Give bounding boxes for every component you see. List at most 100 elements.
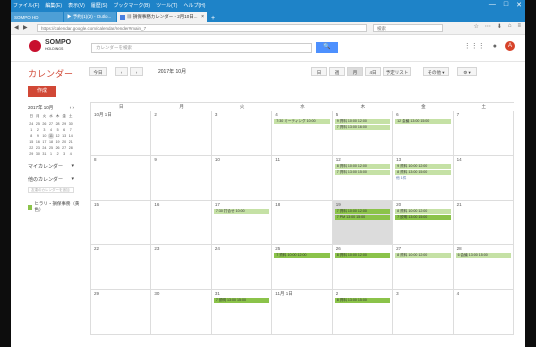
day-cell[interactable]: 6 12 会議 13:00 15:00 <box>393 111 454 156</box>
day-cell[interactable]: 22 <box>91 245 152 291</box>
day-cell[interactable]: 31 7 説明 13:00 15:00 <box>211 290 273 335</box>
day-cell[interactable]: 4 7:30 ミーティング 10:00 <box>272 111 333 156</box>
event-chip[interactable]: 8 資料 10:00 12:00 <box>334 253 391 259</box>
event-chip[interactable]: 7 資料 10:00 12:00 <box>274 253 330 259</box>
event-chip[interactable]: 7 説明 13:00 15:00 <box>395 214 451 220</box>
day-cell[interactable]: 18 <box>272 200 333 246</box>
day-cell[interactable]: 9 <box>151 155 212 201</box>
day-cell[interactable]: 4 <box>453 290 514 335</box>
more-button[interactable]: その他 ▾ <box>423 67 449 76</box>
day-cell[interactable]: 25 7 資料 10:00 12:00 <box>272 245 333 291</box>
day-number[interactable]: 25 <box>272 245 331 252</box>
tab-sompo[interactable]: SOMPO HD <box>11 12 63 22</box>
day-cell[interactable]: 14 <box>453 155 514 201</box>
day-cell[interactable]: 3 <box>211 111 273 156</box>
day-number[interactable]: 18 <box>272 201 331 208</box>
new-tab-button[interactable]: + <box>211 15 215 22</box>
close-button[interactable]: ✕ <box>516 1 522 9</box>
other-calendars-section[interactable]: 他のカレンダー ▾ <box>28 176 74 183</box>
more-events-link[interactable]: 他 1件 <box>393 176 452 181</box>
view-month-button[interactable]: 月 <box>347 67 363 76</box>
day-number[interactable]: 27 <box>393 245 452 252</box>
day-number[interactable]: 31 <box>212 290 271 297</box>
close-tab-icon[interactable]: × <box>201 14 204 20</box>
day-cell[interactable]: 2 <box>151 111 212 156</box>
day-number[interactable]: 12 <box>333 156 392 163</box>
apps-grid-icon[interactable]: ⋮⋮⋮ <box>464 42 485 50</box>
bookmark-star-icon[interactable]: ☆ <box>473 23 478 30</box>
day-number[interactable]: 4 <box>272 111 331 118</box>
day-cell[interactable]: 3 <box>393 290 454 335</box>
event-chip[interactable]: 7:30 ミーティング 10:00 <box>274 119 330 124</box>
event-chip[interactable]: 7:30 打合せ 10:00 <box>213 208 270 214</box>
event-chip[interactable]: 8 資料 10:00 12:00 <box>334 163 391 169</box>
day-cell[interactable]: 28 6 会議 13:00 15:00 <box>453 245 514 291</box>
event-chip[interactable]: 7 PM 13:00 15:00 <box>334 214 391 220</box>
menu-file[interactable]: ファイル(F) <box>13 2 39 9</box>
menu-tools[interactable]: ツール(T) <box>156 2 177 9</box>
day-cell[interactable]: 10 <box>211 155 273 201</box>
maximize-button[interactable]: □ <box>504 1 508 9</box>
event-chip[interactable]: 9 資料 10:00 12:00 <box>395 163 451 169</box>
day-cell[interactable]: 20 8 資料 10:00 12:00 7 説明 13:00 15:00 <box>393 200 454 246</box>
event-chip[interactable]: 7 資料 10:00 12:00 <box>334 208 391 214</box>
avatar[interactable]: A <box>505 41 515 51</box>
add-calendar-input[interactable]: 友達のカレンダーを追加 <box>28 187 74 193</box>
tab-outlook[interactable]: ▶ 予約(1)(2) - Outlo... <box>64 12 116 22</box>
view-4day-button[interactable]: 4日 <box>365 67 381 76</box>
browser-search-input[interactable]: 検索 <box>373 24 443 32</box>
day-cell[interactable]: 11月 1日 <box>272 290 333 335</box>
menu-edit[interactable]: 編集(E) <box>45 2 62 9</box>
day-number[interactable]: 9 <box>151 156 210 163</box>
day-number[interactable]: 21 <box>454 201 513 208</box>
day-cell[interactable]: 24 <box>211 245 273 291</box>
day-number[interactable]: 8 <box>91 156 150 163</box>
event-chip[interactable]: 12 会議 13:00 15:00 <box>395 119 451 124</box>
day-cell[interactable]: 29 <box>91 290 152 335</box>
forward-button[interactable]: ▶ <box>23 24 28 31</box>
day-cell[interactable]: 16 <box>151 200 212 246</box>
day-number[interactable]: 23 <box>151 245 210 252</box>
event-chip[interactable]: 8 資料 10:00 12:00 <box>395 253 451 259</box>
day-number[interactable]: 26 <box>333 245 392 252</box>
day-cell[interactable]: 26 8 資料 10:00 12:00 <box>332 245 394 291</box>
day-number[interactable]: 14 <box>454 156 513 163</box>
day-cell[interactable]: 59 資料 10:00 12:00 7 資料 13:00 16:00 <box>332 111 394 156</box>
hamburger-menu-icon[interactable]: ≡ <box>517 23 521 30</box>
day-cell[interactable]: 30 <box>151 290 212 335</box>
day-number[interactable]: 6 <box>393 111 452 118</box>
today-button[interactable]: 今日 <box>89 67 107 76</box>
home-icon[interactable]: ⌂ <box>508 23 512 30</box>
day-number[interactable]: 10月 1日 <box>91 111 150 119</box>
prev-button[interactable]: ‹ <box>115 67 128 76</box>
day-cell[interactable]: 17 7:30 打合せ 10:00 <box>211 200 273 246</box>
day-number[interactable]: 4 <box>454 290 513 297</box>
day-number[interactable]: 16 <box>151 201 210 208</box>
event-chip[interactable]: 8 資料 10:00 12:00 <box>395 208 451 214</box>
sompo-logo[interactable]: SOMPO HOLDINGS <box>29 39 71 52</box>
menu-bookmarks[interactable]: ブックマーク(B) <box>113 2 150 9</box>
event-chip[interactable]: 6 会議 13:00 15:00 <box>455 253 511 259</box>
mini-day[interactable]: 3 <box>61 151 68 157</box>
day-cell[interactable]: 10月 1日 <box>91 111 152 156</box>
day-cell[interactable]: 8 <box>91 155 152 201</box>
minimize-button[interactable]: — <box>489 1 496 9</box>
calendar-list-item[interactable]: ヒラリ・損保事務（黄色） <box>28 201 81 213</box>
chevron-down-icon[interactable]: ▾ <box>71 176 74 183</box>
day-cell[interactable]: 21 <box>453 200 514 246</box>
day-number[interactable]: 7 <box>454 111 513 118</box>
view-day-button[interactable]: 日 <box>311 67 327 76</box>
view-week-button[interactable]: 週 <box>329 67 345 76</box>
notification-icon[interactable]: ● <box>493 43 497 50</box>
day-number[interactable]: 10 <box>212 156 271 163</box>
mini-day[interactable]: 1 <box>48 151 55 157</box>
day-cell[interactable]: 27 8 資料 10:00 12:00 <box>393 245 454 291</box>
day-number[interactable]: 2 <box>333 290 392 297</box>
day-number[interactable]: 28 <box>454 245 513 252</box>
day-number[interactable]: 19 <box>333 201 392 208</box>
calendar-search-input[interactable]: カレンダーを検索 <box>91 43 312 53</box>
mini-day[interactable]: 30 <box>35 151 42 157</box>
download-icon[interactable]: ⬇ <box>497 23 502 30</box>
day-number[interactable]: 22 <box>91 245 150 252</box>
event-chip[interactable]: 7 説明 13:00 15:00 <box>213 298 270 304</box>
